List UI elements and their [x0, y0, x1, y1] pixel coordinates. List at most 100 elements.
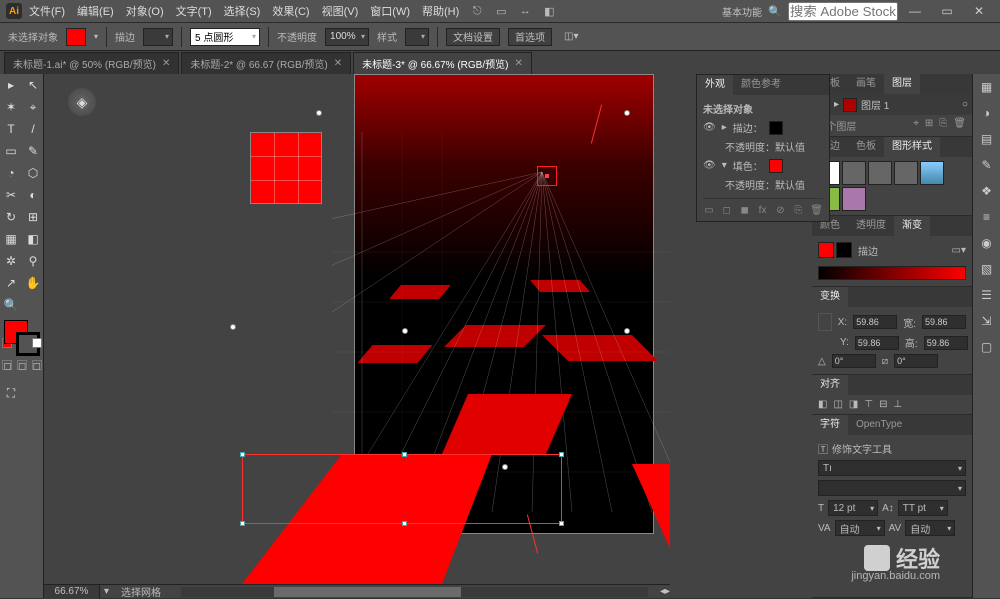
- menu-view[interactable]: 视图(V): [317, 3, 364, 19]
- grid-handle[interactable]: [316, 110, 322, 116]
- libraries-icon[interactable]: ▦: [978, 78, 996, 96]
- style-swatch[interactable]: [842, 161, 866, 185]
- h-field[interactable]: [924, 336, 968, 350]
- trash-icon[interactable]: 🗑: [810, 203, 823, 217]
- scale-tool[interactable]: ⊞: [22, 206, 44, 228]
- workspace-switcher[interactable]: 基本功能: [722, 4, 762, 19]
- new-sublayer-icon[interactable]: ⊞: [925, 118, 933, 133]
- search-icon[interactable]: 🔍: [767, 3, 783, 19]
- tab-gradient[interactable]: 渐变: [894, 216, 930, 236]
- exchange-icon[interactable]: ↔: [517, 3, 533, 19]
- perspective-grid-tool[interactable]: ▦: [0, 228, 22, 250]
- lasso-tool[interactable]: ⌖: [22, 96, 44, 118]
- chevron-down-icon[interactable]: ▾: [94, 32, 98, 41]
- window-close[interactable]: ✕: [964, 1, 994, 21]
- menu-type[interactable]: 文字(T): [171, 3, 217, 19]
- perspective-widget-icon[interactable]: ◈: [68, 88, 96, 116]
- tab-appearance[interactable]: 外观: [697, 75, 733, 95]
- style-swatch[interactable]: [842, 187, 866, 211]
- slice-tool[interactable]: ↗: [0, 272, 22, 294]
- opacity-row[interactable]: 不透明度：默认值: [725, 139, 805, 154]
- tab-swatches[interactable]: 色板: [848, 137, 884, 157]
- tab-graphic-styles[interactable]: 图形样式: [884, 137, 940, 157]
- tab-transform[interactable]: 变换: [812, 287, 848, 307]
- layers-icon[interactable]: ☰: [978, 286, 996, 304]
- menu-edit[interactable]: 编辑(E): [72, 3, 119, 19]
- leading-field[interactable]: TT pt: [898, 500, 948, 516]
- appearance-icon[interactable]: ◉: [978, 234, 996, 252]
- scissors-tool[interactable]: ✂: [0, 184, 22, 206]
- vanishing-point-handle[interactable]: [537, 166, 557, 186]
- document-tab[interactable]: 未标题-1.ai* @ 50% (RGB/预览)✕: [4, 52, 179, 74]
- close-icon[interactable]: ✕: [334, 58, 342, 69]
- angle-field[interactable]: [832, 354, 876, 368]
- arrange-icon[interactable]: ▭: [493, 3, 509, 19]
- touch-type-icon[interactable]: 🅃: [818, 441, 828, 456]
- font-style-dropdown[interactable]: [818, 480, 966, 496]
- reference-point[interactable]: [818, 313, 832, 331]
- opacity-row[interactable]: 不透明度：默认值: [725, 177, 805, 192]
- scrollbar-thumb[interactable]: [274, 587, 461, 597]
- add-stroke-icon[interactable]: ◻: [721, 203, 733, 217]
- stroke-weight-field[interactable]: [143, 28, 173, 46]
- shear-field[interactable]: [894, 354, 938, 368]
- preferences-button[interactable]: 首选项: [508, 28, 552, 46]
- mesh-tool[interactable]: ◧: [22, 228, 44, 250]
- direct-selection-tool[interactable]: ↖: [22, 74, 44, 96]
- canvas[interactable]: ◈: [44, 74, 670, 598]
- zoom-tool[interactable]: 🔍: [0, 294, 22, 316]
- grid-handle[interactable]: [624, 110, 630, 116]
- horizontal-scrollbar[interactable]: [181, 587, 648, 597]
- tab-brushes[interactable]: 画笔: [848, 74, 884, 94]
- gradient-stroke-icon[interactable]: [836, 242, 852, 258]
- window-maximize[interactable]: ▭: [932, 1, 962, 21]
- grid-handle[interactable]: [624, 328, 630, 334]
- asset-export-icon[interactable]: ⇲: [978, 312, 996, 330]
- font-size-field[interactable]: 12 pt: [828, 500, 878, 516]
- chevron-down-icon[interactable]: ▾: [100, 586, 113, 597]
- tab-color-guide[interactable]: 颜色参考: [733, 75, 789, 95]
- reflect-tool[interactable]: ↻: [0, 206, 22, 228]
- close-icon[interactable]: ✕: [514, 58, 522, 69]
- none-icon[interactable]: [32, 338, 42, 348]
- zoom-field[interactable]: 66.67%: [44, 585, 100, 599]
- style-swatch[interactable]: [920, 161, 944, 185]
- style-swatch[interactable]: [868, 161, 892, 185]
- gradient-type-icon[interactable]: ▭▾: [952, 245, 966, 256]
- brushes-icon[interactable]: ✎: [978, 156, 996, 174]
- line-tool[interactable]: /: [22, 118, 44, 140]
- document-tab[interactable]: 未标题-3* @ 66.67% (RGB/预览)✕: [353, 52, 532, 74]
- eye-icon[interactable]: 👁: [703, 122, 716, 133]
- gradient-tool[interactable]: ✲: [0, 250, 22, 272]
- style-dropdown[interactable]: [405, 28, 429, 46]
- trash-icon[interactable]: 🗑: [953, 118, 966, 133]
- swatches-icon[interactable]: ▤: [978, 130, 996, 148]
- locate-icon[interactable]: ⌖: [913, 118, 919, 133]
- clear-icon[interactable]: ⊘: [775, 203, 787, 217]
- tracking-field[interactable]: 自动: [905, 520, 955, 536]
- eye-icon[interactable]: 👁: [703, 160, 716, 171]
- draw-inside-icon[interactable]: ◻: [32, 360, 42, 370]
- artboards-icon[interactable]: ▢: [978, 338, 996, 356]
- style-swatch[interactable]: [894, 161, 918, 185]
- fill-swatch-icon[interactable]: [769, 159, 783, 173]
- w-field[interactable]: [922, 315, 966, 329]
- x-field[interactable]: [853, 315, 897, 329]
- pie-tool[interactable]: ◔: [0, 162, 22, 184]
- menu-object[interactable]: 对象(O): [121, 3, 169, 19]
- add-fill-icon[interactable]: ◼: [739, 203, 751, 217]
- fx-icon[interactable]: fx: [757, 203, 769, 217]
- fill-swatch[interactable]: [66, 28, 86, 46]
- close-icon[interactable]: ✕: [162, 58, 170, 69]
- hand-tool[interactable]: ✋: [22, 272, 44, 294]
- align-top-icon[interactable]: ⊤: [864, 399, 873, 410]
- tab-align[interactable]: 对齐: [812, 375, 848, 395]
- new-layer-icon[interactable]: ⎘: [939, 118, 947, 133]
- stock-search-input[interactable]: [788, 2, 898, 21]
- menu-effect[interactable]: 效果(C): [267, 3, 314, 19]
- screen-mode-button[interactable]: ⛶: [0, 382, 22, 404]
- magic-wand-tool[interactable]: ✶: [0, 96, 22, 118]
- symbols-icon[interactable]: ❖: [978, 182, 996, 200]
- tab-transparency[interactable]: 透明度: [848, 216, 894, 236]
- menu-help[interactable]: 帮助(H): [417, 3, 464, 19]
